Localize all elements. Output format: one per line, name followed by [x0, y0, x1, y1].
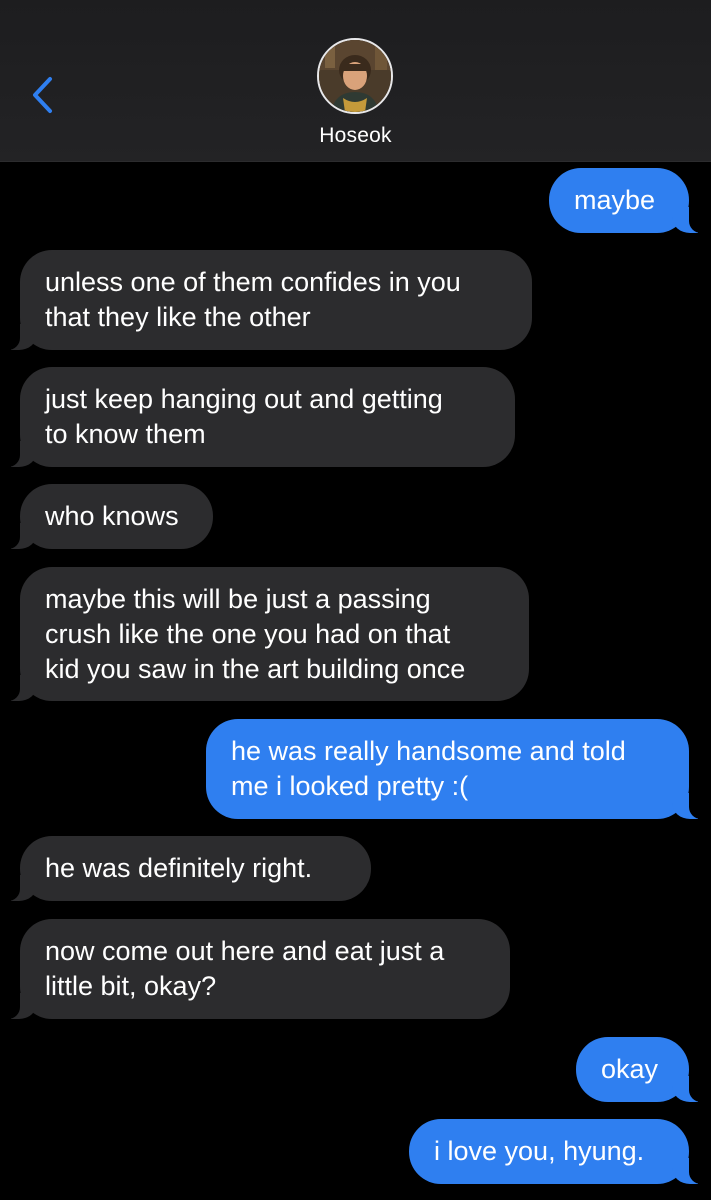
message-text: maybe this will be just a passing: [45, 584, 431, 614]
contact-avatar[interactable]: [317, 38, 393, 114]
message-text: okay: [601, 1054, 659, 1084]
message-bubble-received[interactable]: just keep hanging out and getting to kno…: [6, 367, 515, 467]
message-bubble-sent[interactable]: he was really handsome and told me i loo…: [206, 719, 703, 819]
message-bubble-received[interactable]: unless one of them confides in you that …: [6, 250, 532, 350]
message-text: little bit, okay?: [45, 971, 217, 1001]
avatar-photo: [319, 40, 391, 112]
message-thread[interactable]: maybe unless one of them confides in you…: [0, 161, 711, 1200]
contact-name[interactable]: Hoseok: [0, 124, 711, 148]
message-text: just keep hanging out and getting: [45, 384, 443, 414]
message-text: that they like the other: [45, 302, 311, 332]
chevron-left-icon: [33, 77, 52, 113]
message-text: who knows: [45, 501, 179, 531]
message-text: crush like the one you had on that: [45, 619, 451, 649]
message-text: kid you saw in the art building once: [45, 654, 466, 684]
message-text: unless one of them confides in you: [45, 267, 461, 297]
message-text: he was really handsome and told: [231, 736, 626, 766]
message-text: to know them: [45, 419, 206, 449]
message-text: maybe: [574, 185, 656, 215]
message-bubble-received[interactable]: maybe this will be just a passing crush …: [6, 567, 529, 701]
back-button[interactable]: [22, 70, 62, 120]
message-bubble-sent[interactable]: okay: [576, 1037, 703, 1102]
message-bubble-received[interactable]: he was definitely right.: [6, 836, 371, 901]
message-bubble-received[interactable]: now come out here and eat just a little …: [6, 919, 510, 1019]
message-text: me i looked pretty :(: [231, 771, 469, 801]
conversation-header: Hoseok: [0, 0, 711, 162]
message-text: now come out here and eat just a: [45, 936, 445, 966]
message-bubble-sent[interactable]: i love you, hyung.: [409, 1119, 703, 1184]
message-bubble-sent[interactable]: maybe: [549, 168, 703, 233]
message-bubble-received[interactable]: who knows: [6, 484, 213, 549]
message-text: he was definitely right.: [45, 853, 313, 883]
message-text: i love you, hyung.: [434, 1136, 645, 1166]
